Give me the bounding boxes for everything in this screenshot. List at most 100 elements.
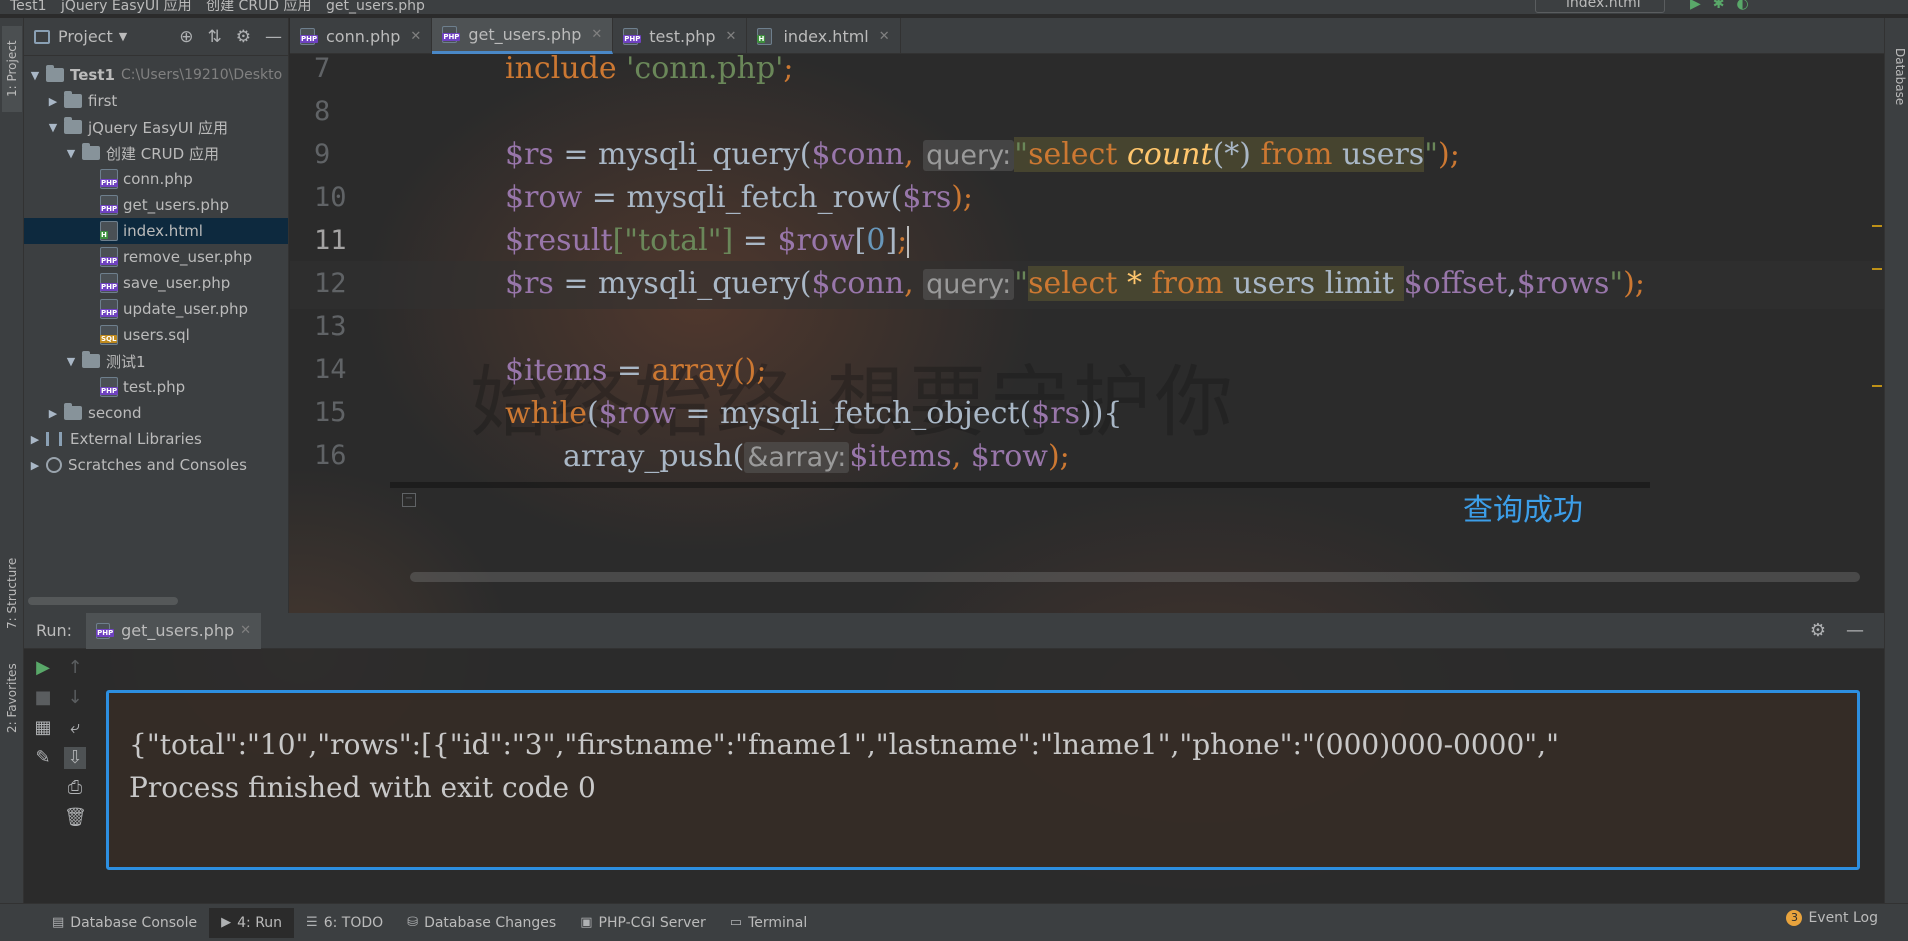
breadcrumb-item[interactable]: get_users.php [326,0,425,14]
soft-wrap-icon[interactable]: ⤶ [64,717,86,739]
tool-button[interactable]: ▤ Database Console [40,908,209,938]
down-arrow-icon[interactable]: ↓ [64,687,86,709]
tree-item[interactable]: PHP get_users.php [24,192,288,218]
layout-icon[interactable]: ▦ [32,717,54,739]
collapse-icon[interactable]: ⇅ [208,27,222,47]
fold-icon[interactable]: − [402,493,416,507]
minimize-icon[interactable]: — [1846,620,1864,641]
editor-tab-label: get_users.php [468,25,582,44]
tree-item-label: test.php [123,378,186,396]
breadcrumb-item[interactable]: jQuery EasyUI 应用 [61,0,192,14]
tree-item[interactable]: ▼ 创建 CRUD 应用 [24,140,288,166]
tree-item[interactable]: PHP update_user.php [24,296,288,322]
coverage-icon[interactable]: ◐ [1737,0,1761,12]
tree-item[interactable]: ▶ Scratches and Consoles [24,452,288,478]
folder-icon [46,65,64,82]
parameter-hint: query: [923,140,1015,171]
project-view-select[interactable]: Project [58,27,113,46]
code-editor[interactable]: 始终始终 想要守护你 7 8 9 10 11 12 13 14 15 16 − include '… [290,55,1884,613]
tree-item[interactable]: Hindex.html [24,218,288,244]
up-arrow-icon[interactable]: ↑ [64,657,86,679]
editor-tab[interactable]: PHP conn.php ✕ [290,18,433,54]
expand-right-icon[interactable]: ▶ [46,95,60,108]
expand-down-icon[interactable]: ▼ [46,121,60,134]
tree-item[interactable]: ▼ jQuery EasyUI 应用 [24,114,288,140]
tree-item[interactable]: ▼ 测试1 [24,348,288,374]
tool-tab-database[interactable]: Database [1887,48,1907,128]
warning-stripe[interactable] [1872,385,1882,387]
folder-icon [64,91,82,108]
tree-item[interactable]: PHP test.php [24,374,288,400]
expand-down-icon[interactable]: ▼ [64,355,78,368]
line-number: 15 [314,397,347,428]
locate-icon[interactable]: ⊕ [179,27,193,47]
print-icon[interactable]: ⎙ [64,777,86,799]
php-file-icon: PHP [623,27,642,45]
editor-horizontal-scrollbar[interactable] [410,572,1860,582]
tree-item[interactable]: PHP conn.php [24,166,288,192]
expand-right-icon[interactable]: ▶ [28,433,42,446]
close-icon[interactable]: ✕ [240,623,251,638]
run-tab[interactable]: PHP get_users.php ✕ [86,612,262,649]
tool-tab-favorites[interactable]: 2: Favorites [2,648,22,748]
sql-file-icon: SQL [100,325,118,345]
close-icon[interactable]: ✕ [726,29,737,44]
tree-item-label: Scratches and Consoles [68,456,247,474]
tool-button[interactable]: ☰ 6: TODO [294,908,395,938]
expand-down-icon[interactable]: ▼ [28,69,42,82]
tool-tab-project[interactable]: 1: Project [2,26,22,112]
tool-tab-structure[interactable]: 7: Structure [2,548,22,638]
php-server-icon: ▣ [580,915,593,930]
trash-icon[interactable]: 🗑 [64,807,87,829]
line-number: 13 [314,311,347,342]
breadcrumb-item[interactable]: 创建 CRUD 应用 [206,0,311,14]
code-area[interactable]: include 'conn.php'; $rs = mysqli_query($… [505,55,1875,595]
minimize-icon[interactable]: — [265,27,282,47]
stop-icon[interactable]: ■ [32,687,54,709]
run-side-toolbar: ▶ ■ ▦ ✎ ↑ ↓ ⤶ ⇩ ⎙ 🗑 [24,649,94,903]
console-line: Process finished with exit code 0 [129,771,596,804]
debug-icon[interactable]: ✱ [1713,0,1737,12]
code-line: include 'conn.php'; [505,55,794,86]
scroll-to-end-icon[interactable]: ⇩ [64,747,86,769]
tree-item[interactable]: ▶ first [24,88,288,114]
tree-item-label: jQuery EasyUI 应用 [88,118,229,137]
console-output[interactable]: {"total":"10","rows":[{"id":"3","firstna… [106,690,1860,870]
close-icon[interactable]: ✕ [410,29,421,44]
tool-button[interactable]: ▭ Terminal [718,908,819,938]
warning-stripe[interactable] [1872,225,1882,227]
tree-item[interactable]: ▶ second [24,400,288,426]
editor-tab[interactable]: PHP test.php ✕ [613,18,748,54]
gear-icon[interactable]: ⚙ [236,27,251,47]
run-configuration-select[interactable]: index.html [1535,0,1665,13]
php-file-icon: PHP [100,169,119,189]
chevron-down-icon[interactable]: ▼ [119,30,127,43]
warning-stripe[interactable] [1872,268,1882,270]
editor-tab[interactable]: PHP get_users.php ✕ [432,18,614,54]
tree-item[interactable]: ▶ External Libraries [24,426,288,452]
run-icon[interactable]: ▶ [1690,0,1713,12]
tree-item[interactable]: ▼ Test1 C:\Users\19210\Deskto [24,62,288,88]
editor-tab[interactable]: Hindex.html ✕ [747,18,901,54]
gear-icon[interactable]: ⚙ [1810,620,1826,641]
breadcrumb-item[interactable]: Test1 [10,0,46,14]
database-changes-icon: ⛁ [407,915,419,930]
tree-horizontal-scrollbar[interactable] [28,597,178,605]
rerun-icon[interactable]: ▶ [32,657,54,679]
event-log-button[interactable]: 3 Event Log [1786,910,1878,926]
expand-right-icon[interactable]: ▶ [28,459,42,472]
tree-item[interactable]: PHP remove_user.php [24,244,288,270]
close-icon[interactable]: ✕ [591,27,602,42]
close-icon[interactable]: ✕ [879,29,890,44]
tree-item[interactable]: PHP save_user.php [24,270,288,296]
tool-button[interactable]: ⛁ Database Changes [395,908,568,938]
editor-tab-label: conn.php [326,26,401,46]
code-line: $rs = mysqli_query($conn, query: "select … [505,137,1460,172]
pin-icon[interactable]: ✎ [32,747,54,769]
tree-item[interactable]: SQL users.sql [24,322,288,348]
expand-right-icon[interactable]: ▶ [46,407,60,420]
tool-button[interactable]: ▶ 4: Run [209,907,295,938]
tool-button-label: Terminal [748,914,808,931]
expand-down-icon[interactable]: ▼ [64,147,78,160]
tool-button[interactable]: ▣ PHP-CGI Server [568,908,718,938]
